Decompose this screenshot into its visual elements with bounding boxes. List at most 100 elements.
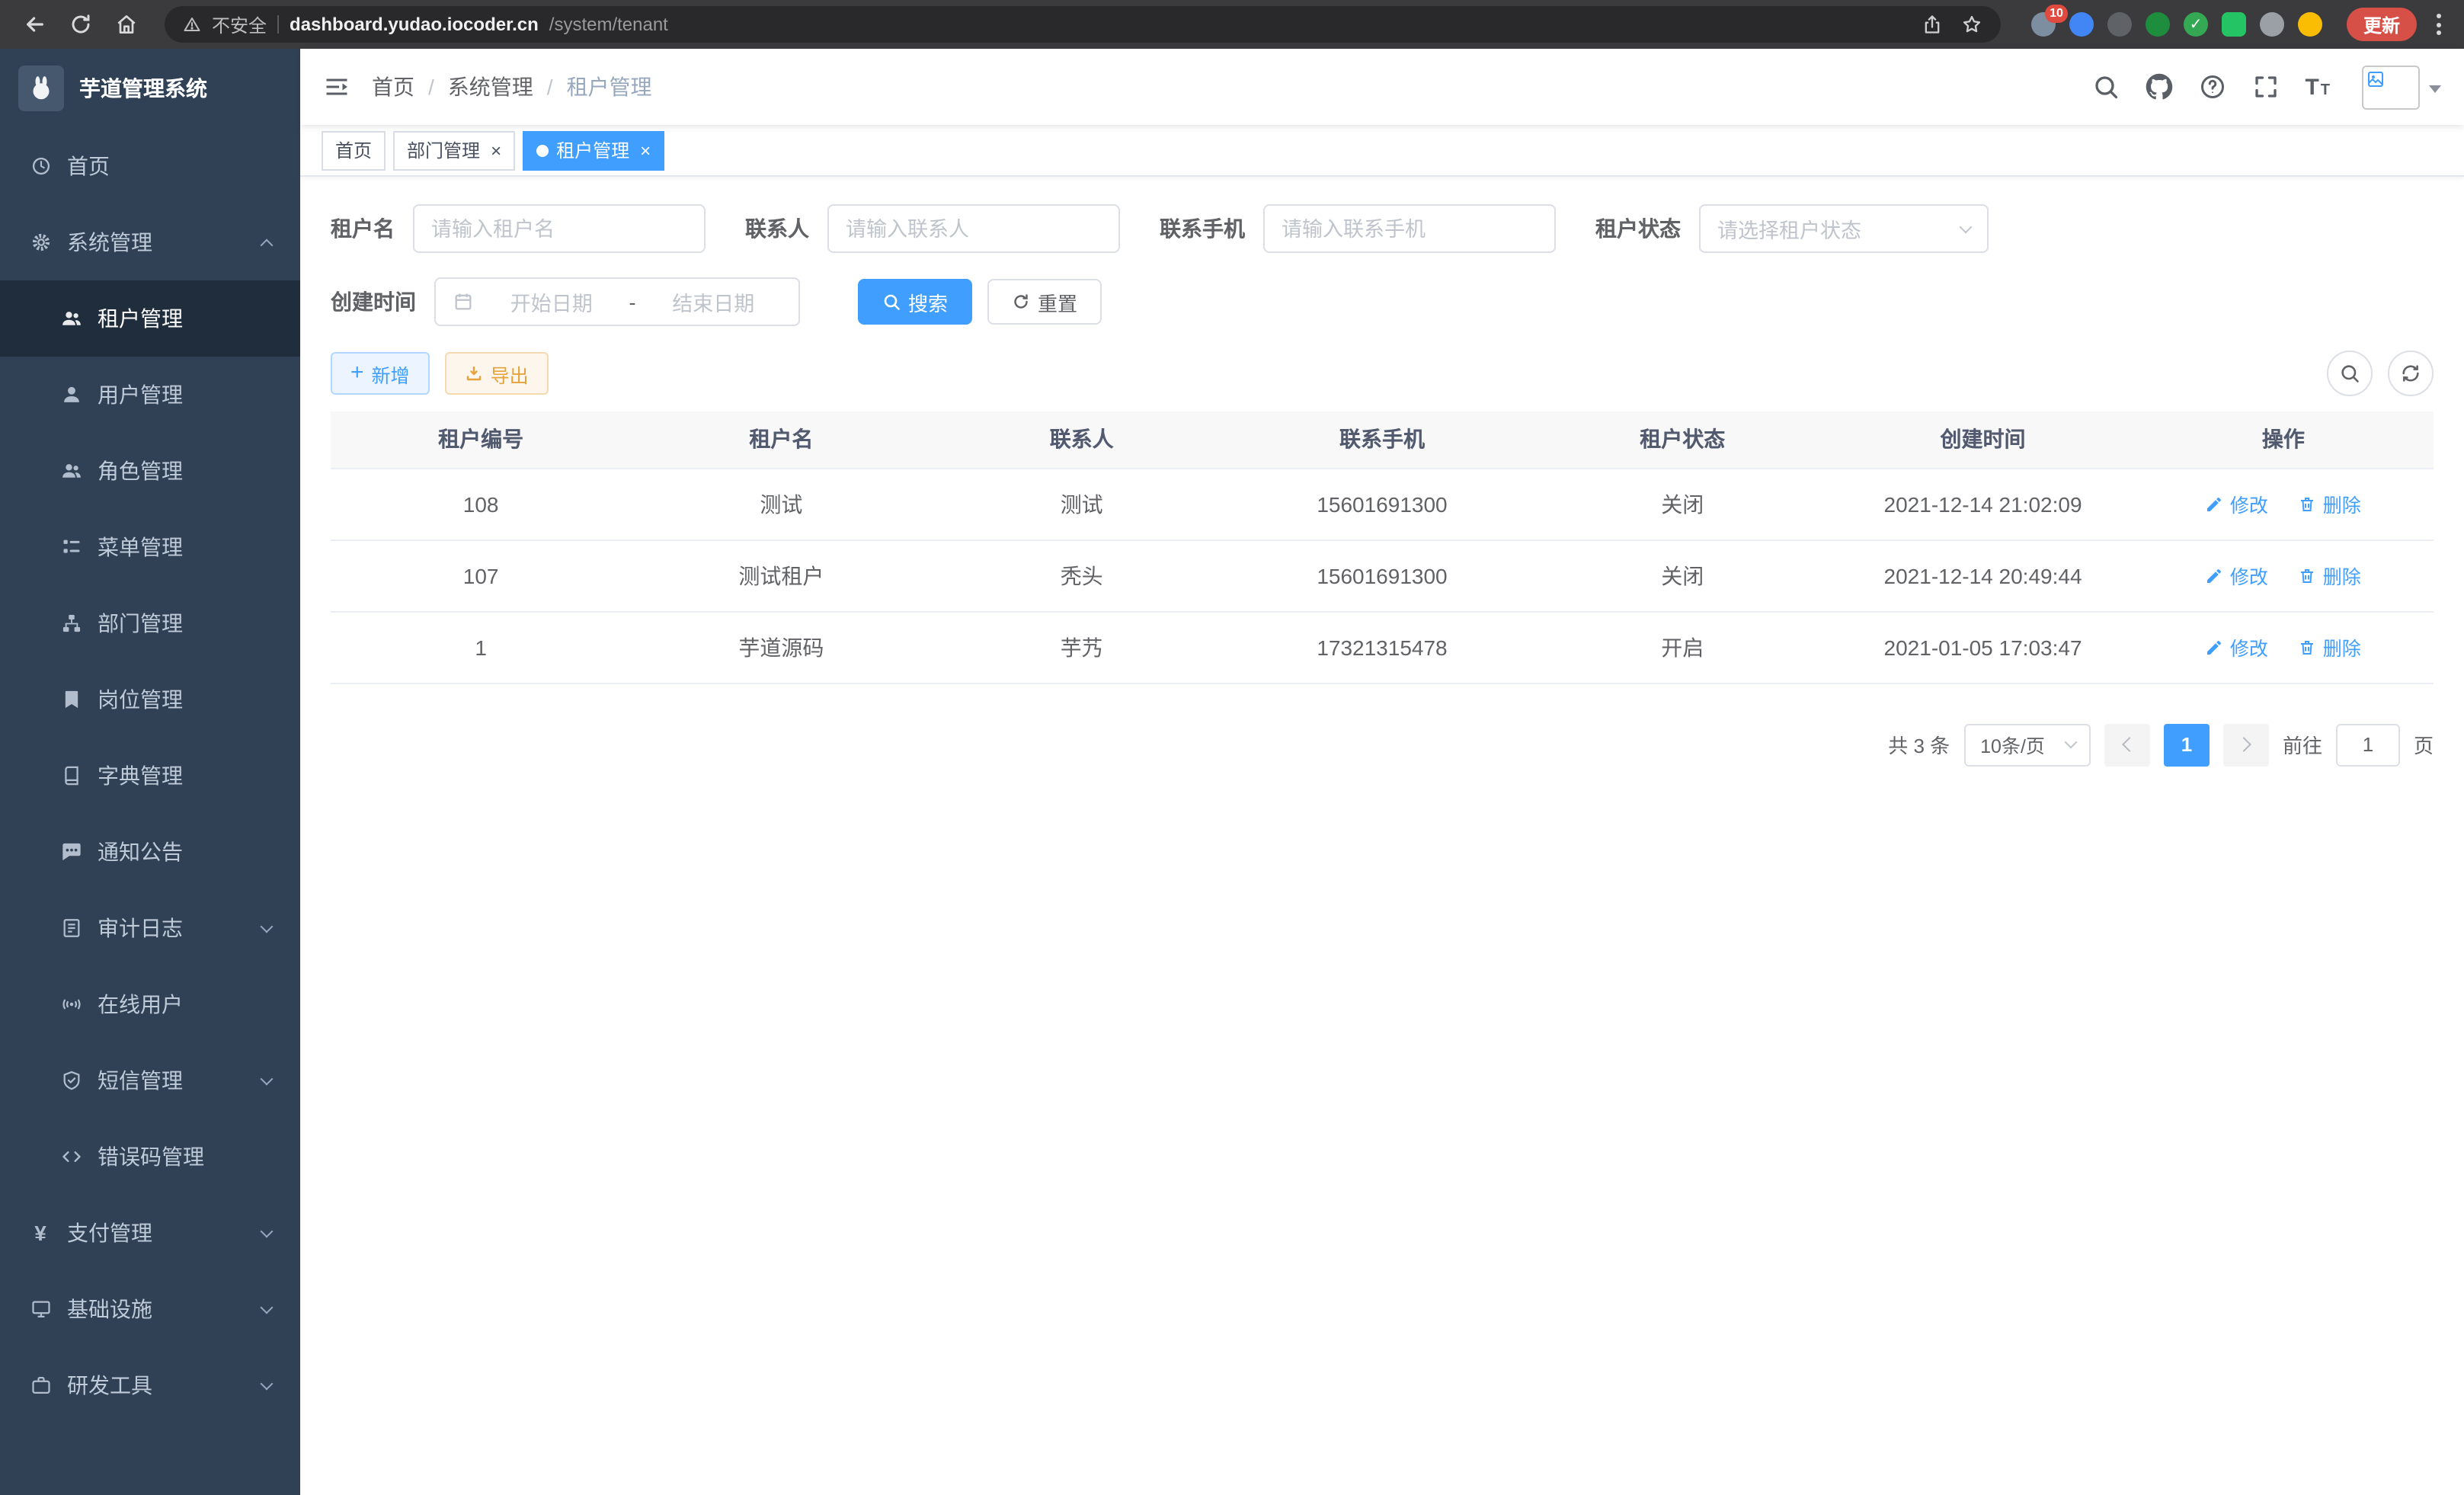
share-icon[interactable]: [1922, 14, 1943, 35]
sidebar-item-payment[interactable]: ¥ 支付管理: [0, 1195, 300, 1271]
sidebar-item-notice[interactable]: 通知公告: [0, 814, 300, 890]
github-button[interactable]: [2145, 73, 2172, 101]
breadcrumb-item-home[interactable]: 首页: [372, 72, 414, 102]
edit-button[interactable]: 修改: [2206, 489, 2268, 518]
sidebar-item-label: 租户管理: [98, 303, 183, 334]
page-content: 租户名 联系人 联系手机: [300, 177, 2464, 1495]
cell-name: 测试租户: [631, 539, 931, 611]
status-select[interactable]: 请选择租户状态: [1699, 204, 1989, 253]
phone-input[interactable]: [1282, 217, 1538, 240]
close-icon[interactable]: ×: [491, 141, 501, 159]
profile-avatar-icon[interactable]: [2298, 12, 2322, 37]
sidebar-item-dev-tools[interactable]: 研发工具: [0, 1347, 300, 1423]
extension-icon-blue[interactable]: [2069, 12, 2094, 37]
fullscreen-button[interactable]: [2251, 73, 2279, 101]
extension-icon-green-square[interactable]: [2222, 12, 2246, 37]
home-button[interactable]: [107, 5, 146, 44]
sidebar-item-dept[interactable]: 部门管理: [0, 585, 300, 661]
delete-button[interactable]: 删除: [2299, 632, 2361, 661]
sidebar-item-online-users[interactable]: 在线用户: [0, 966, 300, 1042]
sidebar-collapse-button[interactable]: [323, 73, 350, 101]
sidebar-item-post[interactable]: 岗位管理: [0, 661, 300, 738]
delete-button[interactable]: 删除: [2299, 489, 2361, 518]
sidebar-item-home[interactable]: 首页: [0, 128, 300, 204]
export-button[interactable]: 导出: [445, 352, 549, 395]
logo-avatar: [18, 66, 64, 111]
update-label: 更新: [2363, 11, 2400, 37]
tag-home[interactable]: 首页: [322, 130, 386, 170]
next-page-button[interactable]: [2223, 723, 2269, 766]
sidebar-item-system[interactable]: 系统管理: [0, 204, 300, 280]
sidebar-item-sms[interactable]: 短信管理: [0, 1042, 300, 1119]
cell-status: 关闭: [1532, 468, 1832, 539]
refresh-table-button[interactable]: [2388, 351, 2434, 396]
url-host: dashboard.yudao.iocoder.cn: [290, 14, 539, 35]
url-path: /system/tenant: [549, 14, 668, 35]
sidebar-item-role[interactable]: 角色管理: [0, 433, 300, 509]
address-bar[interactable]: 不安全 dashboard.yudao.iocoder.cn/system/te…: [165, 6, 2001, 43]
prev-page-button[interactable]: [2104, 723, 2150, 766]
cell-contact: 秃头: [932, 539, 1232, 611]
page-1-button[interactable]: 1: [2164, 723, 2210, 766]
delete-label: 删除: [2323, 561, 2361, 590]
breadcrumb-separator: /: [428, 75, 434, 99]
app-logo[interactable]: 芋道管理系统: [0, 49, 300, 128]
sidebar-item-user[interactable]: 用户管理: [0, 357, 300, 433]
search-button[interactable]: 搜索: [858, 279, 972, 325]
help-button[interactable]: [2198, 73, 2226, 101]
close-icon[interactable]: ×: [640, 141, 651, 159]
extensions-puzzle-icon[interactable]: [2260, 12, 2284, 37]
start-date-placeholder: 开始日期: [483, 287, 620, 317]
font-size-button[interactable]: T T: [2305, 75, 2330, 98]
sidebar-item-audit-log[interactable]: 审计日志: [0, 890, 300, 966]
reload-button[interactable]: [61, 5, 101, 44]
page-size-select[interactable]: 10条/页: [1963, 723, 2091, 766]
update-button[interactable]: 更新: [2347, 8, 2417, 41]
extension-icon-gray[interactable]: [2107, 12, 2132, 37]
sidebar-item-infra[interactable]: 基础设施: [0, 1271, 300, 1347]
header-search-button[interactable]: [2091, 73, 2119, 101]
edit-button[interactable]: 修改: [2206, 561, 2268, 590]
goto-page-input[interactable]: [2336, 723, 2400, 766]
extension-icon-dark-green[interactable]: [2146, 12, 2170, 37]
cell-status: 开启: [1532, 611, 1832, 683]
sidebar-item-tenant[interactable]: 租户管理: [0, 280, 300, 357]
contact-input[interactable]: [846, 217, 1102, 240]
chevron-down-icon: [2064, 736, 2077, 749]
create-time-range-picker[interactable]: 开始日期 - 结束日期: [434, 277, 800, 326]
sidebar-item-label: 字典管理: [98, 760, 183, 791]
sidebar-item-menu[interactable]: 菜单管理: [0, 509, 300, 585]
toggle-search-button[interactable]: [2327, 351, 2373, 396]
dashboard-icon: [29, 155, 52, 177]
github-icon: [2145, 73, 2172, 101]
search-icon: [2339, 363, 2360, 384]
breadcrumb-item-current: 租户管理: [567, 72, 652, 102]
back-button[interactable]: [15, 5, 55, 44]
cell-name: 芋道源码: [631, 611, 931, 683]
extension-icon-badged[interactable]: 10: [2031, 12, 2056, 37]
sidebar-item-error-code[interactable]: 错误码管理: [0, 1119, 300, 1195]
sidebar-item-label: 菜单管理: [98, 532, 183, 562]
cell-ops: 修改 删除: [2133, 611, 2434, 683]
browser-menu-button[interactable]: [2429, 14, 2449, 35]
total-count: 共 3 条: [1888, 730, 1950, 759]
user-menu[interactable]: [2362, 65, 2441, 109]
tag-dept[interactable]: 部门管理 ×: [393, 130, 515, 170]
help-icon: [2198, 73, 2226, 101]
edit-button[interactable]: 修改: [2206, 632, 2268, 661]
tenant-users-icon: [59, 308, 82, 329]
phone-input-box: [1263, 204, 1556, 253]
delete-label: 删除: [2323, 632, 2361, 661]
add-button[interactable]: + 新增: [331, 352, 430, 395]
cell-phone: 15601691300: [1232, 539, 1532, 611]
yen-icon: ¥: [29, 1221, 52, 1245]
tenant-name-input[interactable]: [431, 217, 687, 240]
star-icon[interactable]: [1961, 14, 1982, 35]
extension-icon-green-check[interactable]: ✓: [2184, 12, 2208, 37]
sidebar-item-dict[interactable]: 字典管理: [0, 738, 300, 814]
cell-name: 测试: [631, 468, 931, 539]
tag-tenant-active[interactable]: 租户管理 ×: [523, 130, 664, 170]
reset-button[interactable]: 重置: [987, 279, 1102, 325]
breadcrumb-item-system[interactable]: 系统管理: [448, 72, 533, 102]
delete-button[interactable]: 删除: [2299, 561, 2361, 590]
